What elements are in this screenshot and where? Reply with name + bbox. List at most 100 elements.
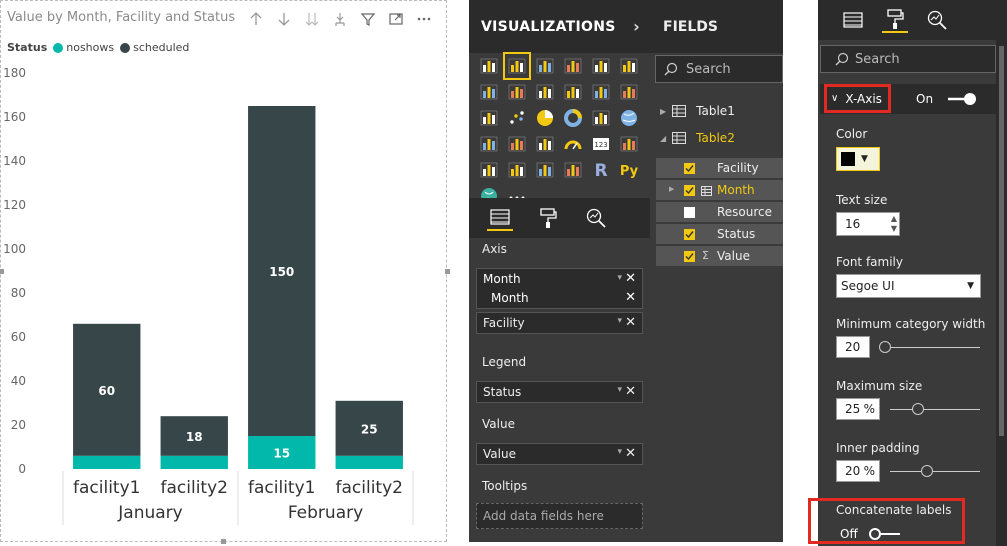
bar-noshows-1[interactable]	[160, 455, 228, 469]
field-item-month[interactable]: ▶ Month	[656, 180, 783, 200]
shape-map-icon[interactable]	[505, 132, 529, 156]
filter-icon[interactable]	[357, 8, 379, 30]
legend-item-noshows[interactable]: noshows	[53, 41, 114, 54]
field-dropdown-icon[interactable]: ▾	[617, 385, 622, 395]
100-column-icon[interactable]	[617, 54, 641, 78]
stacked-area-icon[interactable]	[533, 80, 557, 104]
area-icon[interactable]	[505, 80, 529, 104]
remove-field-icon[interactable]: ✕	[625, 384, 636, 399]
chart-visual[interactable]: 0 20 40 60 80 100 120 140 160 180 60 facility1 18 fac…	[0, 0, 450, 544]
field-item-resource[interactable]: Resource	[656, 202, 783, 222]
expand-arrow-icon[interactable]: ▶	[669, 185, 674, 193]
max-size-knob[interactable]	[912, 403, 924, 415]
remove-field-icon[interactable]: ✕	[625, 446, 636, 461]
clustered-bar-icon[interactable]	[533, 54, 557, 78]
value-well-value[interactable]: Value ▾ ✕	[476, 443, 643, 465]
xaxis-on-toggle[interactable]	[946, 92, 978, 106]
font-family-select[interactable]: Segoe UI ▼	[836, 274, 981, 298]
color-picker[interactable]: ▼	[836, 147, 880, 171]
inner-padding-knob[interactable]	[921, 465, 933, 477]
analytics-magnifier-icon[interactable]	[924, 7, 950, 33]
fields-tab-icon[interactable]	[840, 7, 866, 33]
fields-tab-icon[interactable]	[487, 205, 513, 231]
card-icon[interactable]: 123	[589, 132, 613, 156]
format-pane-scrollbar[interactable]	[996, 40, 1007, 546]
table-icon[interactable]	[533, 158, 557, 182]
stepper-arrows-icon[interactable]: ▲ ▼	[891, 214, 897, 234]
more-options-icon[interactable]	[413, 8, 435, 30]
max-size-input[interactable]: 25 %	[836, 398, 880, 420]
inner-padding-input[interactable]: 20 %	[836, 460, 880, 482]
slicer-icon[interactable]	[505, 158, 529, 182]
analytics-magnifier-icon[interactable]	[583, 205, 609, 231]
field-dropdown-icon[interactable]: ▾	[617, 316, 622, 326]
drill-down-icon[interactable]	[273, 8, 295, 30]
resize-handle-bottom[interactable]	[221, 539, 226, 544]
bar-noshows-3[interactable]	[335, 455, 403, 469]
checkbox-checked[interactable]	[684, 250, 695, 262]
table-item-table1[interactable]: ▶ Table1	[660, 104, 735, 118]
inner-padding-slider[interactable]	[890, 471, 980, 472]
ribbon-icon[interactable]	[617, 80, 641, 104]
drill-up-icon[interactable]	[245, 8, 267, 30]
line-icon[interactable]	[477, 80, 501, 104]
remove-subfield-icon[interactable]: ✕	[625, 290, 636, 305]
axis-well-month[interactable]: Month ▾ ✕ Month ✕	[476, 268, 643, 309]
field-item-value[interactable]: Σ Value	[656, 246, 783, 266]
gauge-icon[interactable]	[561, 132, 585, 156]
tooltips-drop-zone[interactable]: Add data fields here	[476, 503, 643, 529]
pie-icon[interactable]	[533, 106, 557, 130]
expand-all-icon[interactable]	[301, 8, 323, 30]
treemap-icon[interactable]	[589, 106, 613, 130]
legend-item-scheduled[interactable]: scheduled	[120, 41, 189, 54]
line-column-icon[interactable]	[561, 80, 585, 104]
field-dropdown-icon[interactable]: ▾	[617, 273, 622, 283]
stacked-bar-icon[interactable]	[477, 54, 501, 78]
collapse-arrow-icon[interactable]: ◢	[660, 134, 666, 143]
funnel-icon[interactable]	[533, 132, 557, 156]
clustered-column-icon[interactable]	[561, 54, 585, 78]
xaxis-section-toggle[interactable]: ∨ X-Axis	[824, 84, 891, 113]
min-category-width-knob[interactable]	[879, 341, 891, 353]
map-icon[interactable]	[617, 106, 641, 130]
concatenate-off-toggle[interactable]	[868, 527, 902, 541]
resize-handle-right[interactable]	[445, 269, 450, 274]
kpi-icon[interactable]	[477, 158, 501, 182]
filled-map-icon[interactable]	[477, 132, 501, 156]
table-item-table2[interactable]: ◢ Table2	[660, 131, 735, 145]
checkbox-checked[interactable]	[684, 162, 695, 174]
scatter-icon[interactable]	[505, 106, 529, 130]
100-bar-icon[interactable]	[589, 54, 613, 78]
axis-well-facility[interactable]: Facility ▾ ✕	[476, 312, 643, 334]
python-visual-icon[interactable]: Py	[617, 158, 641, 182]
donut-icon[interactable]	[561, 106, 585, 130]
legend-well-status[interactable]: Status ▾ ✕	[476, 381, 643, 403]
remove-field-icon[interactable]: ✕	[625, 315, 636, 330]
collapse-pane-icon[interactable]: ›	[633, 17, 640, 36]
min-category-width-input[interactable]: 20	[836, 336, 870, 358]
stacked-column-icon[interactable]	[503, 52, 531, 80]
max-size-slider[interactable]	[890, 409, 980, 410]
matrix-icon[interactable]	[561, 158, 585, 182]
checkbox-unchecked[interactable]	[684, 206, 695, 218]
format-search-input[interactable]: Search	[820, 45, 996, 73]
min-category-width-slider[interactable]	[880, 347, 980, 348]
format-paint-roller-icon[interactable]	[882, 7, 908, 33]
waterfall-icon[interactable]	[477, 106, 501, 130]
bar-noshows-0[interactable]	[73, 455, 141, 469]
expand-arrow-icon[interactable]: ▶	[660, 107, 666, 116]
field-item-facility[interactable]: Facility	[656, 158, 783, 178]
format-paint-roller-icon[interactable]	[535, 205, 561, 231]
field-dropdown-icon[interactable]: ▾	[617, 447, 622, 457]
field-item-status[interactable]: Status	[656, 224, 783, 244]
resize-handle-left[interactable]	[0, 269, 4, 274]
checkbox-checked[interactable]	[684, 228, 695, 240]
fields-search-input[interactable]: Search	[655, 55, 783, 83]
line-clustered-icon[interactable]	[589, 80, 613, 104]
focus-mode-icon[interactable]	[385, 8, 407, 30]
expand-hierarchy-icon[interactable]	[329, 8, 351, 30]
text-size-stepper[interactable]: 16 ▲ ▼	[836, 212, 900, 236]
remove-field-icon[interactable]: ✕	[625, 271, 636, 286]
r-visual-icon[interactable]: R	[589, 158, 613, 182]
checkbox-checked[interactable]	[684, 184, 695, 196]
